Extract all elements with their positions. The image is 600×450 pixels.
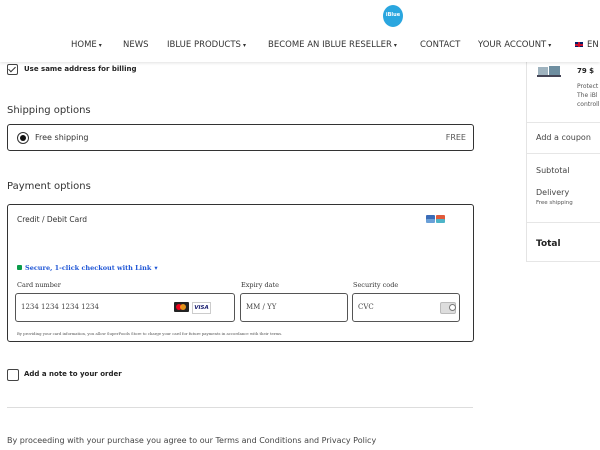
- uk-flag-icon: [574, 41, 584, 48]
- divider: [7, 407, 473, 408]
- nav-home[interactable]: HOME ▾: [71, 40, 102, 50]
- summary-divider: [527, 122, 600, 123]
- visa-icon: VISA: [192, 302, 211, 314]
- nav-iblue-products[interactable]: IBLUE PRODUCTS ▾: [167, 40, 246, 50]
- summary-divider: [527, 153, 600, 154]
- site-header: iBlue HOME ▾ NEWS IBLUE PRODUCTS ▾ BECOME …: [0, 0, 600, 62]
- shipping-option-label: Free shipping: [35, 133, 89, 142]
- card-number-input[interactable]: 1234 1234 1234 1234 VISA: [15, 293, 235, 322]
- product-price: 79 $: [577, 67, 595, 75]
- card-brand-icon: [436, 219, 445, 223]
- shipping-option-free[interactable]: Free shipping FREE: [7, 124, 474, 151]
- summary-divider: [527, 261, 600, 262]
- nav-contact[interactable]: CONTACT: [420, 40, 460, 50]
- subtotal-label: Subtotal: [536, 166, 570, 175]
- add-note-label: Add a note to your order: [24, 370, 122, 378]
- expiry-placeholder: MM / YY: [246, 303, 277, 311]
- nav-become-reseller[interactable]: BECOME AN IBLUE RESELLER ▾: [268, 40, 397, 50]
- add-coupon-link[interactable]: Add a coupon: [536, 133, 591, 142]
- same-address-label: Use same address for billing: [24, 65, 137, 73]
- nav-reseller-label: BECOME AN IBLUE RESELLER: [268, 40, 392, 50]
- chevron-down-icon: ▾: [154, 264, 158, 272]
- mastercard-icon: [174, 302, 189, 312]
- payment-card-box: Credit / Debit Card Secure, 1-click chec…: [7, 204, 474, 342]
- product-desc-line: controll: [577, 101, 600, 108]
- payment-options-title: Payment options: [7, 181, 91, 192]
- nav-contact-label: CONTACT: [420, 40, 461, 50]
- payment-method-label[interactable]: Credit / Debit Card: [17, 215, 87, 224]
- total-label: Total: [536, 239, 561, 249]
- nav-your-account[interactable]: YOUR ACCOUNT ▾: [478, 40, 551, 50]
- add-note-checkbox[interactable]: [7, 369, 19, 381]
- card-brand-icon: [426, 219, 435, 223]
- product-thumbnail: [537, 66, 561, 77]
- nav-products-label: IBLUE PRODUCTS: [167, 40, 241, 50]
- cvc-card-icon: [440, 302, 456, 314]
- chevron-down-icon: ▾: [393, 42, 397, 49]
- iblue-logo[interactable]: iBlue: [383, 5, 403, 27]
- card-number-placeholder: 1234 1234 1234 1234: [21, 303, 99, 311]
- chevron-down-icon: ▾: [242, 42, 246, 49]
- delivery-sublabel: Free shipping: [536, 200, 573, 206]
- language-label: EN: [587, 40, 599, 50]
- order-summary: 79 $ Protect The iBl controll Add a coup…: [526, 62, 600, 262]
- lock-icon: [17, 265, 22, 270]
- link-checkout[interactable]: Secure, 1-click checkout with Link ▾: [17, 264, 158, 272]
- same-address-checkbox[interactable]: [7, 64, 18, 75]
- product-desc-line: Protect: [577, 83, 599, 90]
- chevron-down-icon: ▾: [98, 42, 102, 49]
- card-number-label: Card number: [17, 281, 61, 289]
- nav-news[interactable]: NEWS: [123, 40, 149, 50]
- expiry-date-input[interactable]: MM / YY: [240, 293, 348, 322]
- product-desc-line: The iBl: [577, 92, 598, 99]
- chevron-down-icon: ▾: [548, 42, 552, 49]
- card-disclaimer: By providing your card information, you …: [17, 331, 283, 336]
- summary-divider: [527, 222, 600, 223]
- security-code-input[interactable]: CVC: [352, 293, 460, 322]
- cvc-placeholder: CVC: [358, 303, 374, 311]
- shipping-radio[interactable]: [17, 132, 29, 144]
- language-selector[interactable]: EN: [574, 40, 599, 50]
- nav-home-label: HOME: [71, 40, 97, 50]
- nav-account-label: YOUR ACCOUNT: [478, 40, 547, 50]
- terms-text: By proceeding with your purchase you agr…: [7, 436, 377, 445]
- logo-text: iBlue: [385, 12, 401, 18]
- nav-news-label: NEWS: [123, 40, 149, 50]
- security-code-label: Security code: [353, 281, 399, 289]
- link-checkout-text: Secure, 1-click checkout with Link: [25, 264, 152, 272]
- shipping-options-title: Shipping options: [7, 105, 91, 116]
- delivery-label: Delivery: [536, 188, 570, 197]
- expiry-date-label: Expiry date: [241, 281, 279, 289]
- shipping-option-price: FREE: [445, 133, 466, 142]
